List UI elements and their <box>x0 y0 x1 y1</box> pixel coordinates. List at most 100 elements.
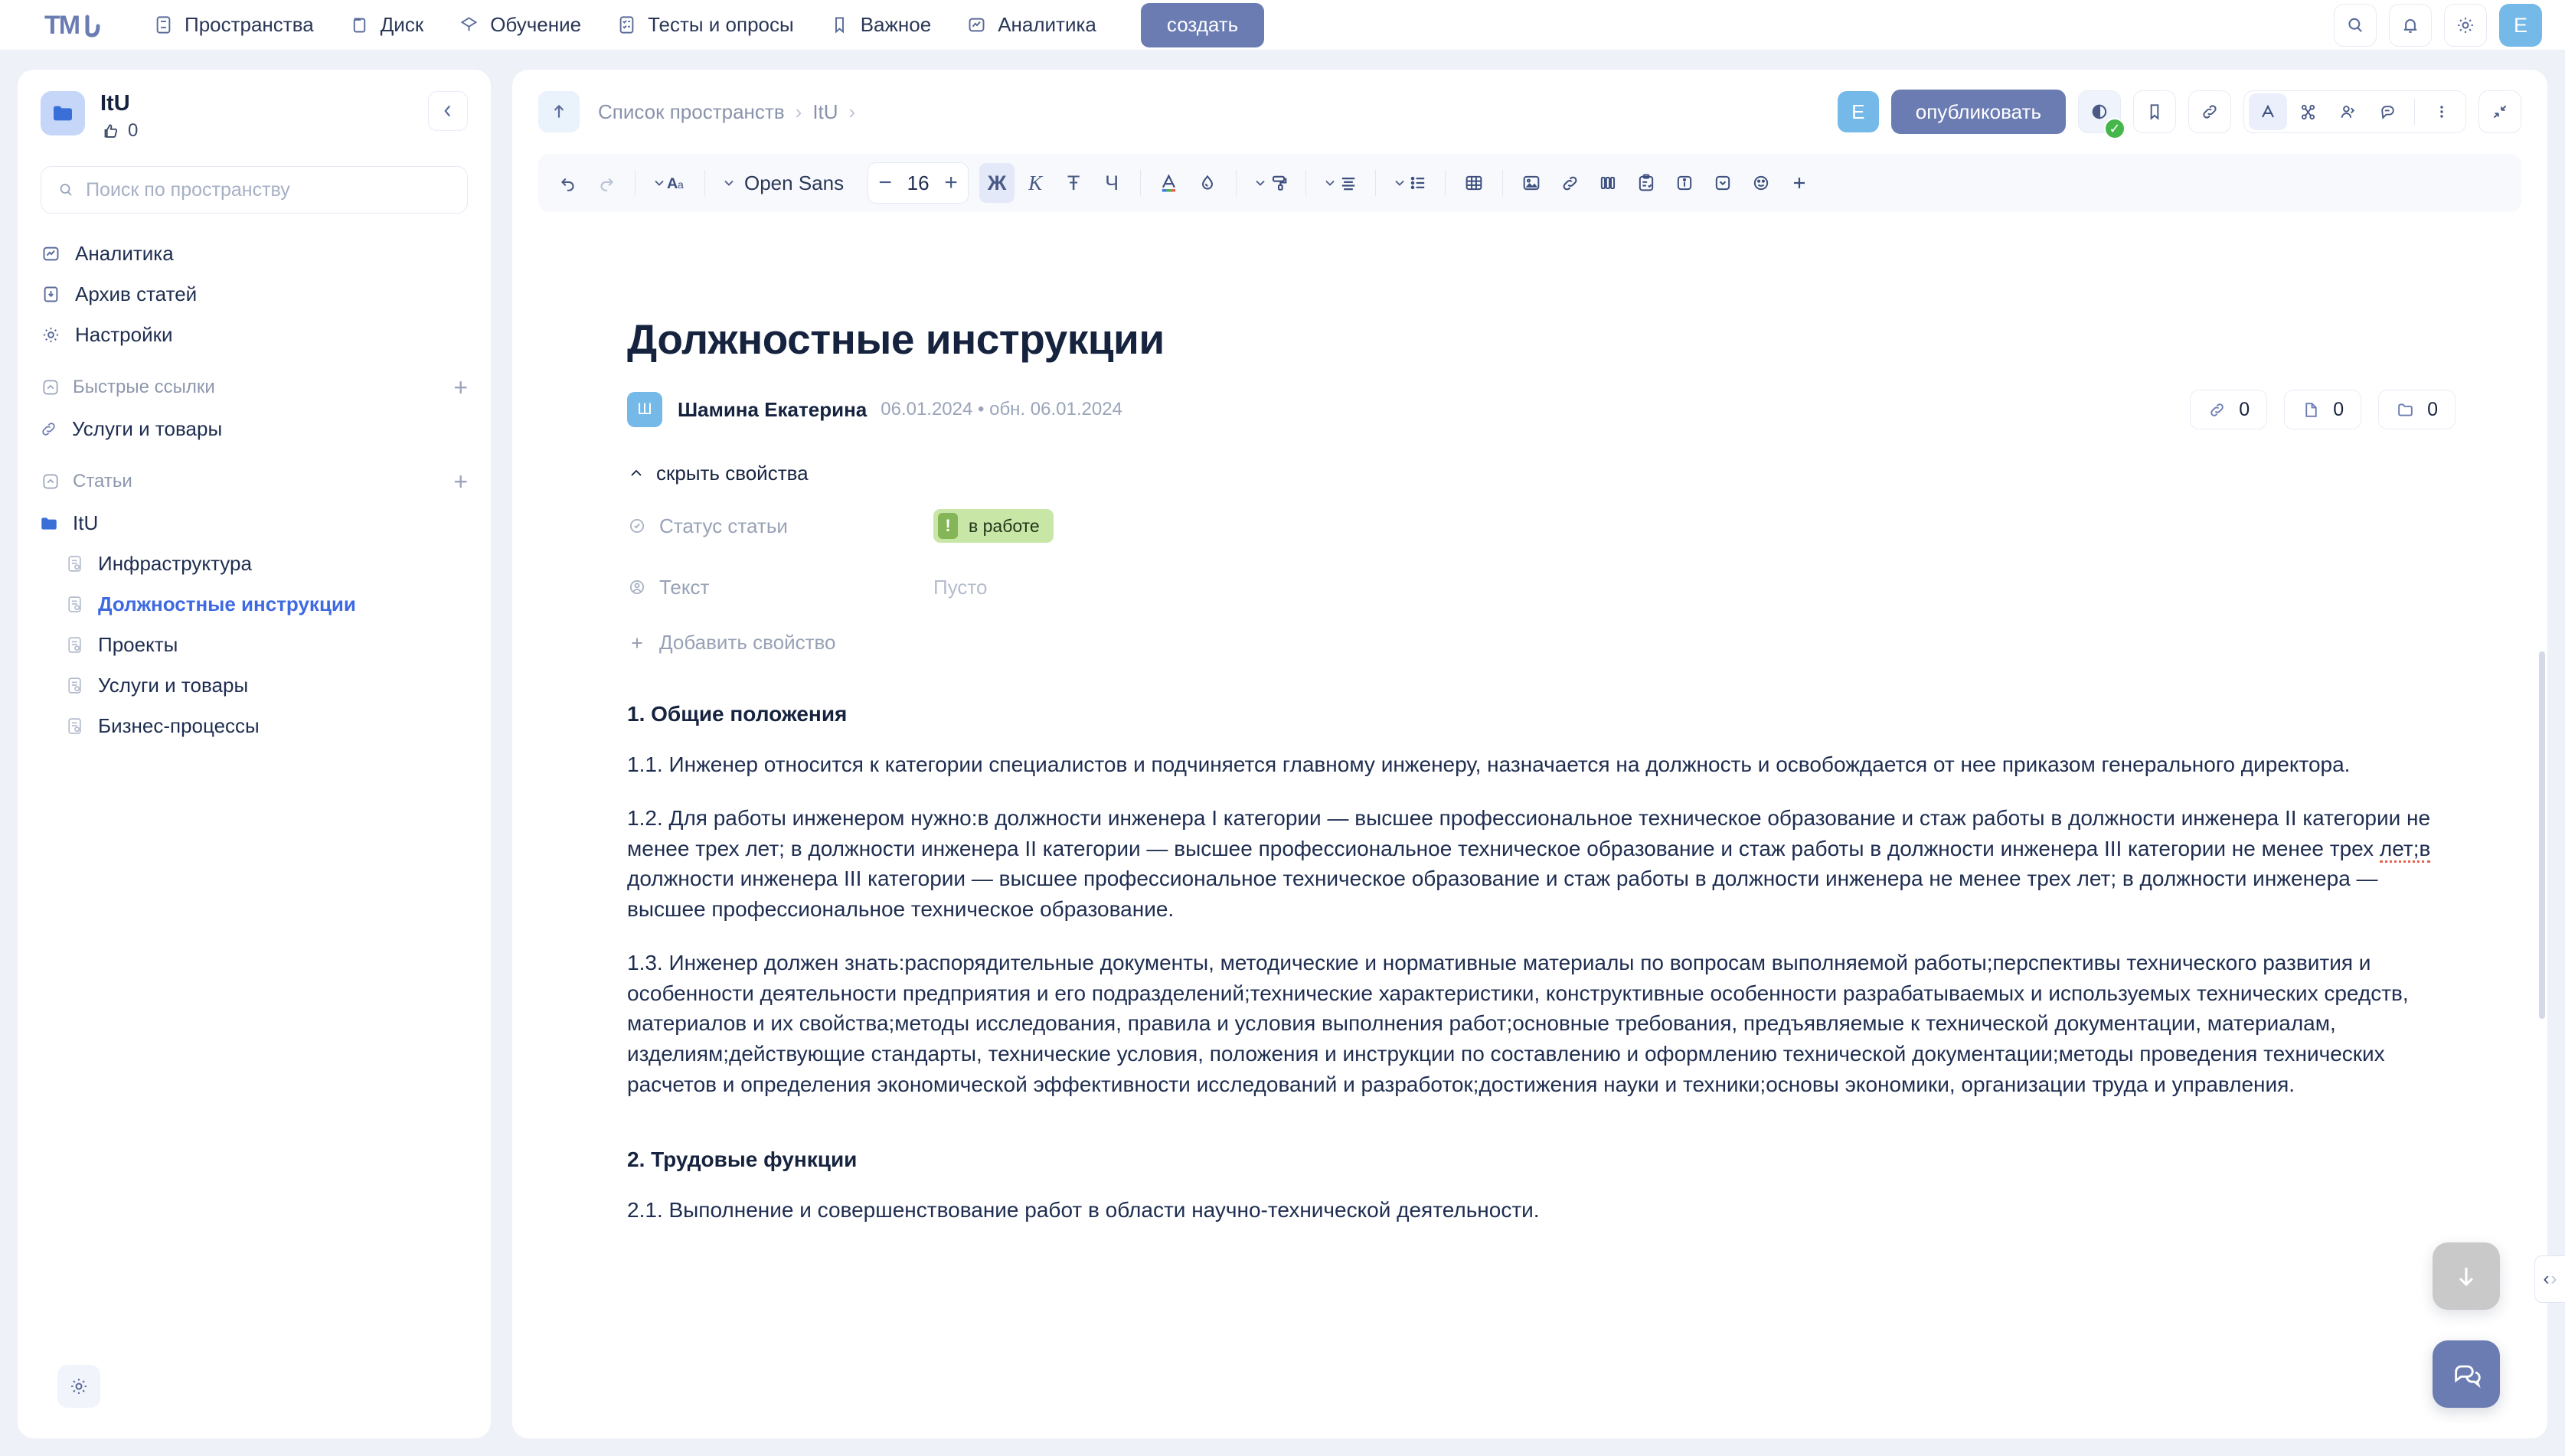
vertical-scrollbar[interactable] <box>2539 651 2545 1019</box>
bookmark-button[interactable] <box>2133 90 2176 133</box>
paragraph-1-2[interactable]: 1.2. Для работы инженером нужно:в должно… <box>627 803 2456 925</box>
folders-counter[interactable]: 0 <box>2378 390 2456 429</box>
status-text: в работе <box>969 515 1040 536</box>
list-dropdown[interactable] <box>1387 163 1434 203</box>
links-counter[interactable]: 0 <box>2190 390 2268 429</box>
file-icon <box>2305 402 2317 417</box>
copy-link-button[interactable] <box>2188 90 2231 133</box>
folder-icon <box>54 106 72 121</box>
insert-table-button[interactable] <box>1456 163 1492 203</box>
strikethrough-button[interactable]: Ŧ <box>1056 163 1091 203</box>
font-size-increase[interactable]: + <box>934 163 968 203</box>
go-up-button[interactable] <box>538 91 580 132</box>
section-heading-2[interactable]: 2. Трудовые функции <box>627 1147 2456 1172</box>
add-article-button[interactable]: + <box>453 469 468 494</box>
undo-icon <box>560 178 574 191</box>
underline-button[interactable]: Ч <box>1094 163 1129 203</box>
sidebar-item-quicklink-services[interactable]: Услуги и товары <box>18 409 491 449</box>
sidebar-item-business-processes[interactable]: Бизнес-процессы <box>18 706 491 746</box>
collapse-icon <box>2493 105 2507 119</box>
open-chat-button[interactable] <box>2433 1340 2500 1408</box>
font-family-dropdown[interactable]: Open Sans <box>716 163 857 203</box>
undo-button[interactable] <box>551 163 586 203</box>
section-heading-1[interactable]: 1. Общие положения <box>627 702 2456 726</box>
sidebar-item-analytics[interactable]: Аналитика <box>18 233 491 274</box>
paragraph-1-3[interactable]: 1.3. Инженер должен знать:распорядительн… <box>627 948 2456 1100</box>
sidebar-item-infrastructure[interactable]: Инфраструктура <box>18 544 491 584</box>
insert-more-button[interactable] <box>1782 163 1817 203</box>
highlight-button[interactable] <box>1190 163 1225 203</box>
publish-button[interactable]: опубликовать <box>1890 90 2066 134</box>
insert-image-button[interactable] <box>1514 163 1549 203</box>
redo-button[interactable] <box>589 163 624 203</box>
add-property-button[interactable]: Добавить свойство <box>627 631 2456 655</box>
insert-task-button[interactable] <box>1629 163 1664 203</box>
align-dropdown[interactable] <box>1317 163 1364 203</box>
document-collaborator-avatar[interactable]: E <box>1837 91 1879 132</box>
breadcrumb-item-spaces[interactable]: Список пространств <box>598 100 785 124</box>
nav-item-learning[interactable]: Обучение <box>443 5 596 44</box>
sidebar-group-articles[interactable]: Статьи + <box>18 460 491 503</box>
document-content[interactable]: Должностные инструкции Ш Шамина Екатерин… <box>512 260 2547 1225</box>
scroll-to-bottom-button[interactable] <box>2433 1242 2500 1310</box>
collapse-view-button[interactable] <box>2478 90 2521 133</box>
sidebar-item-settings[interactable]: Настройки <box>18 315 491 355</box>
search-input[interactable] <box>86 178 452 201</box>
font-size-decrease[interactable]: − <box>868 163 902 203</box>
sidebar-group-quick-links[interactable]: Быстрые ссылки + <box>18 366 491 409</box>
nav-item-drive[interactable]: Диск <box>334 5 439 44</box>
version-history-button[interactable] <box>2289 93 2327 130</box>
sidebar-search[interactable] <box>41 166 468 214</box>
sidebar-settings-button[interactable] <box>57 1365 100 1408</box>
members-button[interactable] <box>2328 93 2367 130</box>
bold-button[interactable]: Ж <box>979 163 1015 203</box>
nav-item-spaces[interactable]: Пространства <box>138 5 329 44</box>
properties-toggle[interactable]: скрыть свойства <box>627 462 2456 485</box>
comments-button[interactable] <box>2368 93 2407 130</box>
right-panel-toggle[interactable]: ‹ › <box>2534 1255 2565 1303</box>
details-icon <box>1715 175 1730 191</box>
background-color-button[interactable] <box>1247 163 1295 203</box>
nav-item-important[interactable]: Важное <box>814 5 946 44</box>
paragraph-1-1[interactable]: 1.1. Инженер относится к категории специ… <box>627 749 2456 780</box>
files-counter[interactable]: 0 <box>2284 390 2362 429</box>
property-value[interactable]: ! в работе <box>933 509 1054 543</box>
nav-item-analytics[interactable]: Аналитика <box>951 5 1112 44</box>
insert-details-button[interactable] <box>1705 163 1740 203</box>
arrow-up-icon <box>554 104 564 118</box>
more-actions-button[interactable] <box>2423 93 2461 130</box>
insert-columns-button[interactable] <box>1590 163 1626 203</box>
page-title[interactable]: Должностные инструкции <box>627 315 2456 364</box>
document-scroll-area[interactable]: Должностные инструкции Ш Шамина Екатерин… <box>512 260 2547 1438</box>
sidebar-collapse-button[interactable] <box>428 91 468 131</box>
text-color-button[interactable] <box>1152 163 1187 203</box>
space-likes[interactable]: 0 <box>100 120 428 142</box>
insert-link-button[interactable] <box>1552 163 1587 203</box>
notifications-button[interactable] <box>2389 4 2432 47</box>
insert-info-button[interactable] <box>1667 163 1702 203</box>
sidebar-item-archive[interactable]: Архив статей <box>18 274 491 315</box>
global-search-button[interactable] <box>2334 4 2377 47</box>
nav-item-tests[interactable]: Тесты и опросы <box>601 5 809 44</box>
italic-button[interactable]: К <box>1018 163 1053 203</box>
members-icon <box>2341 105 2354 118</box>
font-size-value[interactable]: 16 <box>902 171 934 195</box>
insert-emoji-button[interactable] <box>1743 163 1779 203</box>
breadcrumb-item-itu[interactable]: ItU <box>812 100 838 124</box>
sidebar-item-projects[interactable]: Проекты <box>18 625 491 665</box>
author-name[interactable]: Шамина Екатерина <box>678 398 867 422</box>
sidebar-item-job-descriptions[interactable]: Должностные инструкции <box>18 584 491 625</box>
user-avatar[interactable]: E <box>2499 4 2542 47</box>
create-button[interactable]: создать <box>1140 2 1265 47</box>
arrow-down-icon <box>2459 1267 2473 1287</box>
paragraph-2-1[interactable]: 2.1. Выполнение и совершенствование рабо… <box>627 1195 2456 1226</box>
settings-button[interactable] <box>2444 4 2487 47</box>
add-quick-link-button[interactable]: + <box>453 375 468 400</box>
property-value[interactable]: Пусто <box>933 576 987 599</box>
sidebar-folder-itu[interactable]: ItU <box>18 503 491 544</box>
text-style-dropdown[interactable]: A a <box>646 163 694 203</box>
sidebar-item-services-goods[interactable]: Услуги и товары <box>18 665 491 706</box>
status-badge[interactable]: ! в работе <box>933 509 1054 543</box>
app-logo[interactable]: TM <box>44 10 115 41</box>
text-mode-button[interactable]: font-A-icon <box>2249 93 2287 130</box>
